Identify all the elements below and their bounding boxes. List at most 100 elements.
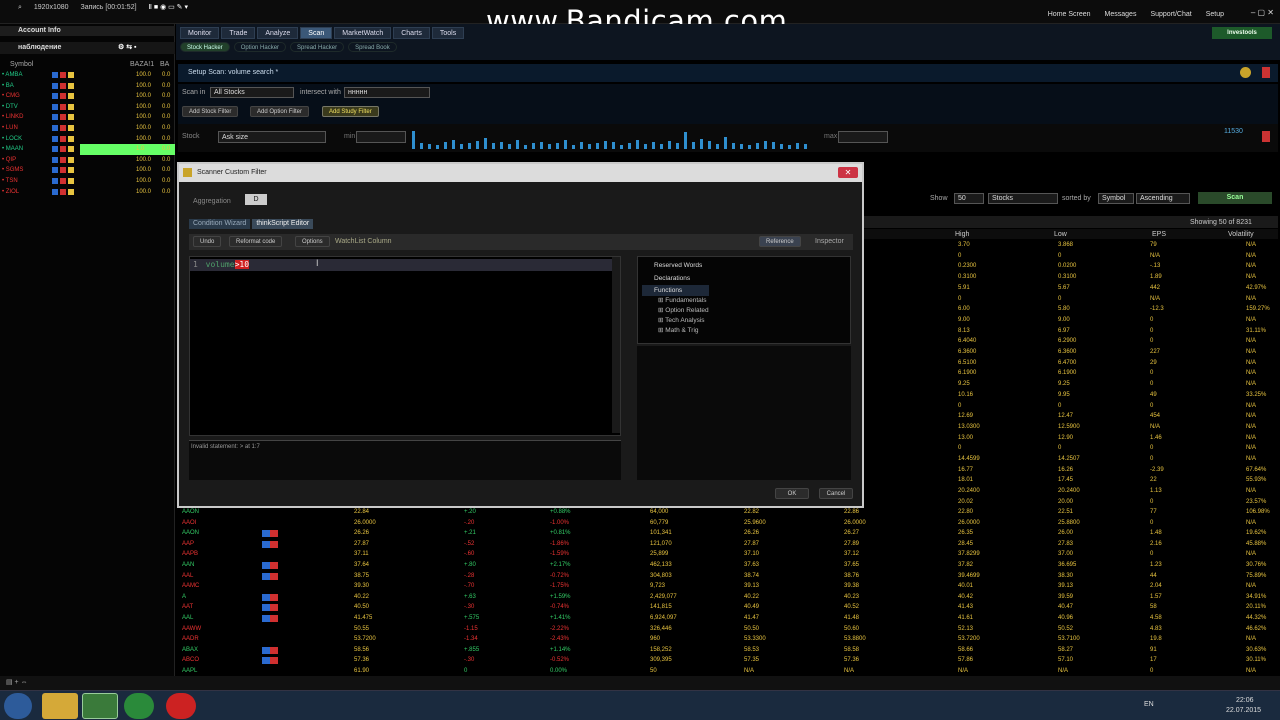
explorer-icon[interactable]: [42, 693, 78, 719]
table-row[interactable]: AAL 41.475 +.575 +1.41% 6,924,097 41.47 41.48 4…: [178, 613, 1278, 624]
histogram[interactable]: [412, 124, 818, 152]
reformat-code-button[interactable]: Reformat code: [229, 236, 283, 247]
clock-time[interactable]: 22:06: [1236, 697, 1254, 704]
ref-functions[interactable]: Functions: [642, 285, 709, 296]
row-indicator-icon[interactable]: [262, 604, 278, 612]
table-row[interactable]: AAN 37.64 +.80 +2.17% 462,133 37.63 37.65 37.82…: [178, 560, 1278, 571]
tab-monitor[interactable]: Monitor: [180, 27, 220, 39]
row-indicator-icon[interactable]: [262, 540, 278, 548]
clock-date[interactable]: 22.07.2015: [1226, 707, 1261, 714]
add-option-filter-button[interactable]: Add Option Filter: [250, 106, 310, 117]
messages-link[interactable]: Messages: [1105, 11, 1137, 18]
row-indicator-icon[interactable]: [262, 562, 278, 569]
tab-tools[interactable]: Tools: [431, 27, 465, 39]
row-indicator-icon[interactable]: [262, 572, 278, 580]
thinkorswim-icon[interactable]: [82, 693, 118, 719]
code-editor[interactable]: 1 volume>10 I: [189, 256, 621, 436]
watchlist-header[interactable]: наблюдение ⚙ ⇆ ▪: [0, 42, 175, 54]
table-row[interactable]: AAWW 50.55 -1.15 -2.22% 326,446 50.50 50.60 52.…: [178, 624, 1278, 635]
tab-scan[interactable]: Scan: [300, 27, 333, 39]
watchlist-row[interactable]: • CMG 100.0 0.0: [0, 91, 175, 102]
intersect-select[interactable]: ннннн: [344, 87, 430, 98]
watchlist-row[interactable]: • ZIOL 100.0 0.0: [0, 187, 175, 198]
search-icon[interactable]: ⌕: [18, 4, 22, 11]
watchlist-row[interactable]: • BA 100.0 0.0: [0, 81, 175, 92]
bandicam-icon[interactable]: [166, 693, 196, 719]
filter-field-select[interactable]: Ask size: [218, 131, 326, 143]
table-row[interactable]: AADR 53.7200 -1.34 -2.43% 960 53.3300 53.8800 5…: [178, 634, 1278, 645]
sort-field-select[interactable]: Symbol: [1098, 193, 1134, 204]
scan-in-select[interactable]: All Stocks: [210, 87, 294, 98]
windows-start-icon[interactable]: [4, 693, 32, 719]
row-indicator-icon[interactable]: [262, 657, 278, 665]
subtab-spread-book[interactable]: Spread Book: [348, 42, 397, 52]
table-row[interactable]: AAMC 39.30 -.70 -1.75% 9,723 39.13 39.38 40.01 3…: [178, 581, 1278, 592]
table-row[interactable]: ABAX 58.56 +.855 +1.14% 158,252 58.53 58.58 58.…: [178, 645, 1278, 656]
tab-analyze[interactable]: Analyze: [257, 27, 299, 39]
max-input[interactable]: [838, 131, 888, 143]
tab-charts[interactable]: Charts: [393, 27, 430, 39]
ref-reserved-words[interactable]: Reserved Words: [642, 259, 709, 272]
recorder-resolution[interactable]: 1920x1080: [34, 4, 69, 11]
cancel-button[interactable]: Cancel: [819, 488, 853, 499]
watchlist-row[interactable]: • DTV 100.0 0.0: [0, 102, 175, 113]
close-icon[interactable]: ✕: [838, 167, 858, 178]
subtab-stock-hacker[interactable]: Stock Hacker: [180, 42, 230, 52]
min-input[interactable]: [356, 131, 406, 143]
options-button[interactable]: Options: [295, 236, 330, 247]
ref-tech-analysis[interactable]: ⊞ Tech Analysis: [642, 316, 709, 326]
col-bid[interactable]: BAZA!1: [130, 60, 154, 69]
watchlist-row[interactable]: • TSN 100.0 0.0: [0, 176, 175, 187]
row-indicator-icon[interactable]: [262, 615, 278, 622]
window-controls[interactable]: – ▢ ✕: [1251, 8, 1274, 17]
watchlist-row[interactable]: • SGMS 100.0 0.0: [0, 165, 175, 176]
pause-icon[interactable]: Ⅱ ■ ◉ ▭ ✎ ▾: [149, 4, 189, 11]
tab-condition-wizard[interactable]: Condition Wizard: [189, 219, 251, 229]
watchlist-column-link[interactable]: WatchList Column: [335, 238, 392, 245]
show-count-select[interactable]: 50: [954, 193, 984, 204]
dialog-titlebar[interactable]: Scanner Custom Filter ✕: [179, 164, 862, 182]
subtab-spread-hacker[interactable]: Spread Hacker: [290, 42, 345, 52]
support-chat-link[interactable]: Support/Chat: [1150, 11, 1191, 18]
table-row[interactable]: AAT 40.50 -.30 -0.74% 141,815 40.49 40.52 41.43…: [178, 602, 1278, 613]
watchlist-row[interactable]: • QIP 100.0 0.0: [0, 155, 175, 166]
watchlist-tools-icon[interactable]: ⚙ ⇆ ▪: [118, 42, 137, 54]
row-indicator-icon[interactable]: [262, 530, 278, 538]
home-screen-link[interactable]: Home Screen: [1048, 11, 1091, 18]
row-indicator-icon[interactable]: [262, 593, 278, 601]
aggregation-select[interactable]: D: [245, 194, 267, 205]
col-low[interactable]: Low: [1054, 231, 1067, 238]
tab-trade[interactable]: Trade: [221, 27, 256, 39]
chrome-icon[interactable]: [124, 693, 154, 719]
add-study-filter-button[interactable]: Add Study Filter: [322, 106, 379, 117]
col-high[interactable]: High: [955, 231, 969, 238]
reference-button[interactable]: Reference: [759, 236, 801, 247]
subtab-option-hacker[interactable]: Option Hacker: [233, 42, 287, 52]
col-volatility[interactable]: Volatility: [1228, 231, 1254, 238]
settings-icon[interactable]: [1240, 67, 1251, 78]
scan-button[interactable]: Scan: [1198, 192, 1272, 204]
add-stock-filter-button[interactable]: Add Stock Filter: [182, 106, 239, 117]
watchlist-row[interactable]: • LOCK 100.0 0.0: [0, 134, 175, 145]
delete-filter-icon[interactable]: [1262, 131, 1270, 142]
watchlist-row[interactable]: • MAAN 1.0 0.0: [0, 144, 175, 155]
ref-option-related[interactable]: ⊞ Option Related: [642, 306, 709, 316]
table-row[interactable]: AAPL 61.90 0 0.00% 50 N/A N/A N/A N/A 0 N/A: [178, 666, 1278, 677]
table-row[interactable]: AAON 22.84 +.20 +0.88% 64,000 22.82 22.86 22.80…: [178, 507, 1278, 518]
sort-dir-select[interactable]: Ascending: [1136, 193, 1190, 204]
row-indicator-icon[interactable]: [262, 646, 278, 654]
show-type-select[interactable]: Stocks: [988, 193, 1058, 204]
ref-declarations[interactable]: Declarations: [642, 272, 709, 285]
table-row[interactable]: ABCO 57.36 -.30 -0.52% 309,395 57.35 57.36 57.8…: [178, 655, 1278, 666]
setup-link[interactable]: Setup: [1206, 11, 1224, 18]
watchlist-row[interactable]: • LUN 100.0 0.0: [0, 123, 175, 134]
undo-button[interactable]: Undo: [193, 236, 222, 247]
tab-marketwatch[interactable]: MarketWatch: [334, 27, 392, 39]
close-scan-icon[interactable]: [1262, 67, 1270, 78]
watchlist-row[interactable]: • LINKD 100.0 0.0: [0, 112, 175, 123]
tab-thinkscript-editor[interactable]: thinkScript Editor: [252, 219, 314, 229]
table-row[interactable]: AAL 38.75 -.28 -0.72% 304,803 38.74 38.76 39.46…: [178, 571, 1278, 582]
investools-button[interactable]: Investools: [1212, 27, 1272, 39]
status-icons[interactable]: ▤ + ⇔: [6, 678, 28, 686]
code-line-1[interactable]: 1 volume>10: [190, 259, 618, 271]
